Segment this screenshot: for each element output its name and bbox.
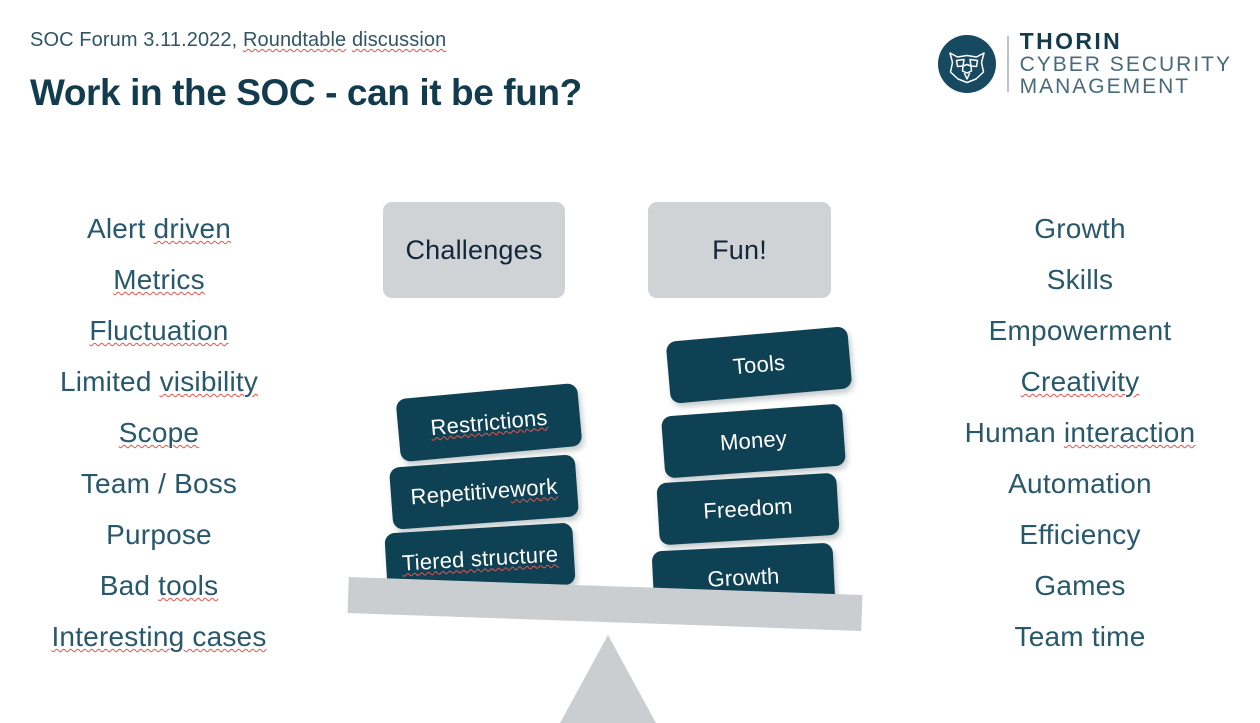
challenges-caption-box: Challenges bbox=[383, 202, 565, 298]
fun-block-freedom: Freedom bbox=[656, 472, 840, 546]
challenge-block-restrictions-flagged: Restrictions bbox=[429, 404, 549, 440]
fun-block-money: Money bbox=[660, 403, 847, 479]
fun-block-tools-plain: Tools bbox=[731, 349, 787, 380]
fun-block-money-plain: Money bbox=[719, 425, 788, 456]
fun-block-freedom-plain: Freedom bbox=[702, 493, 794, 524]
challenge-block-repetitive-work: Repetitive work bbox=[388, 454, 580, 530]
challenges-caption-label: Challenges bbox=[405, 234, 543, 265]
fun-caption-label: Fun! bbox=[712, 234, 767, 265]
challenge-block-repetitive-work-flagged: work bbox=[509, 473, 559, 503]
seesaw-fulcrum bbox=[560, 635, 656, 723]
fun-caption-box: Fun! bbox=[648, 202, 831, 298]
seesaw-diagram: Challenges Fun! Restrictions Repetitive … bbox=[0, 0, 1260, 723]
challenge-block-tiered-structure-flagged: Tiered structure bbox=[401, 541, 559, 576]
fun-block-tools: Tools bbox=[665, 326, 853, 404]
challenge-block-repetitive-work-plain: Repetitive bbox=[409, 477, 512, 510]
fun-block-growth-plain: Growth bbox=[706, 563, 781, 592]
slide-canvas: SOC Forum 3.11.2022, Roundtable discussi… bbox=[0, 0, 1260, 723]
challenge-block-restrictions: Restrictions bbox=[395, 382, 583, 463]
